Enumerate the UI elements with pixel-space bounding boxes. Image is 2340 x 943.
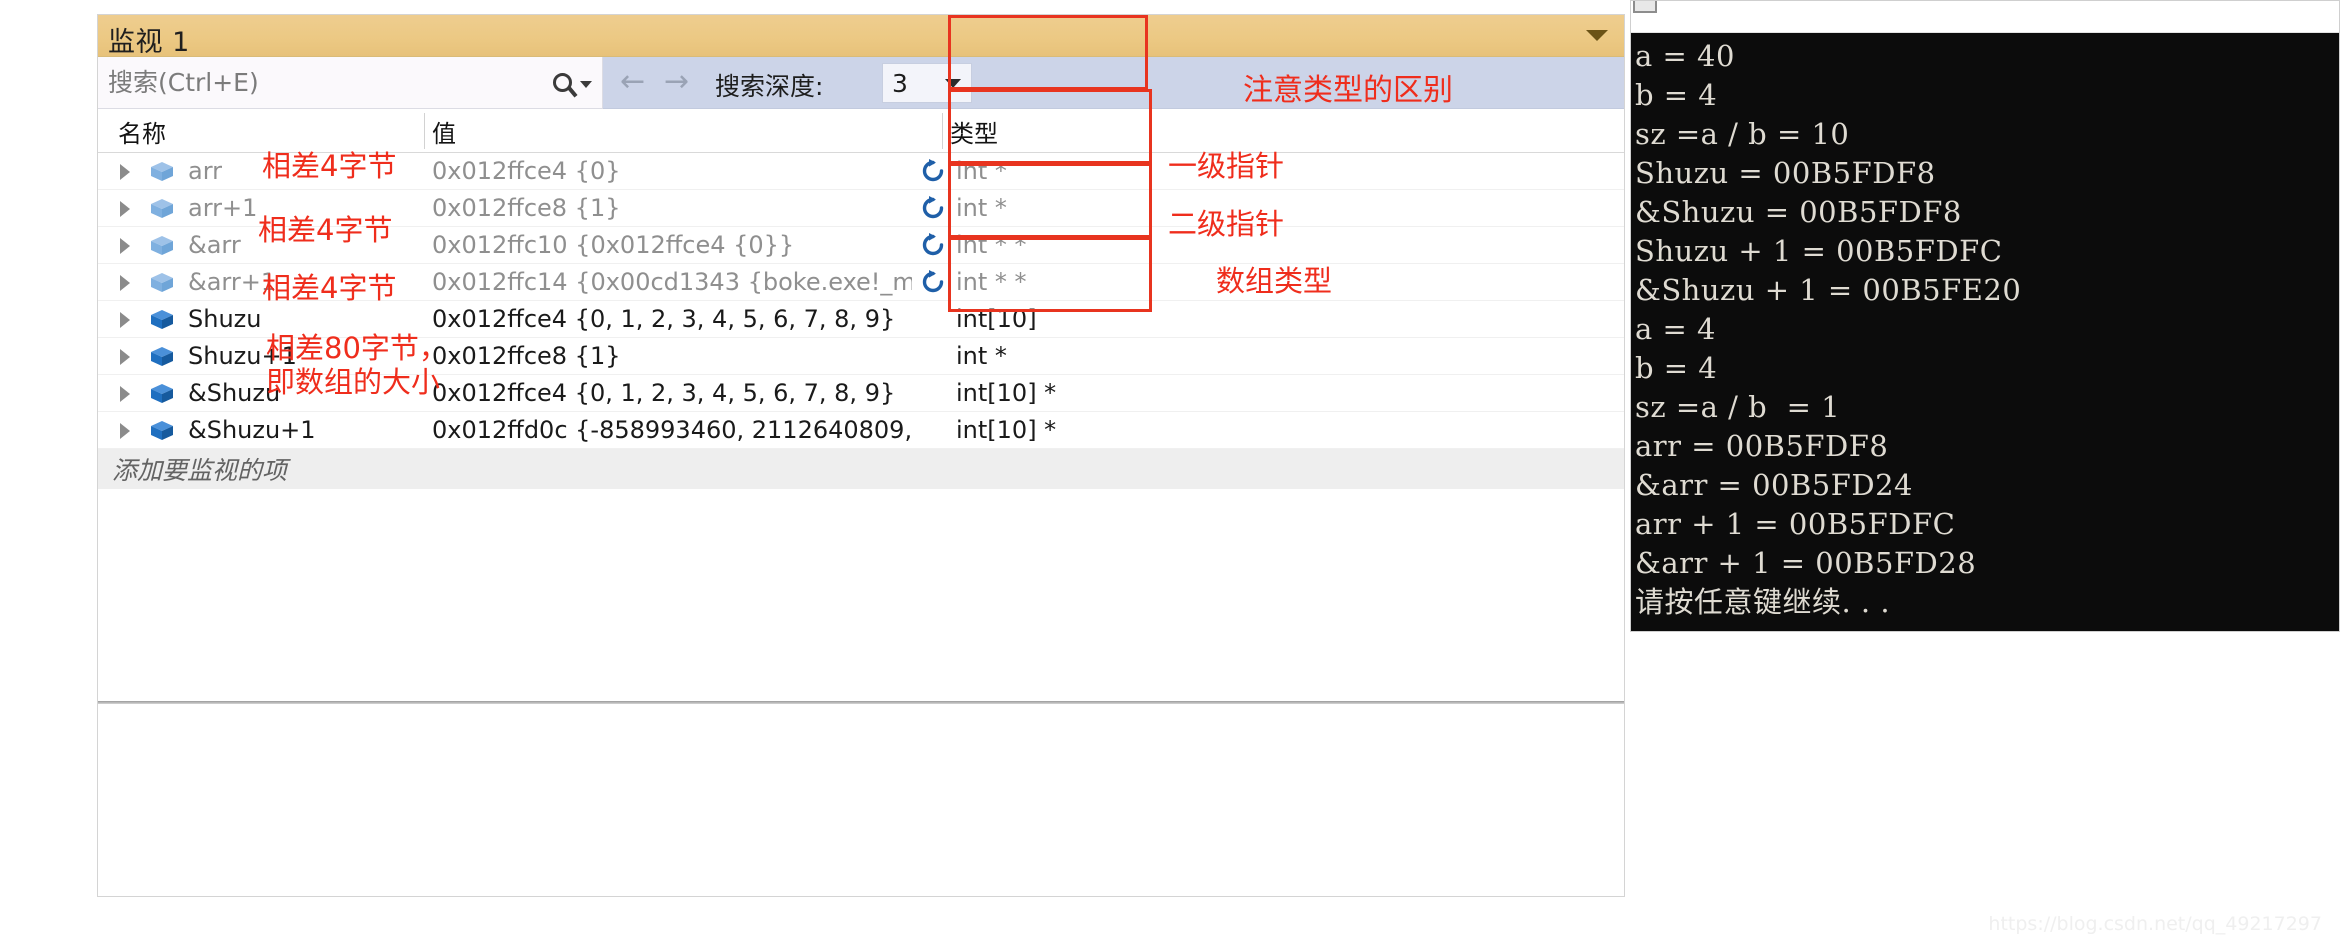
column-header-name[interactable]: 名称 <box>118 109 166 153</box>
watch-row-type: int * <box>956 342 1007 370</box>
triangle-right-icon[interactable] <box>120 386 130 402</box>
chevron-down-icon[interactable] <box>945 78 961 88</box>
column-divider[interactable] <box>424 113 425 149</box>
watch-row-value: 0x012ffd0c {-858993460, 2112640809, 1992… <box>432 416 912 444</box>
watch-row-type: int[10] * <box>956 379 1057 407</box>
console-line: a = 4 <box>1635 312 1716 346</box>
console-line: &Shuzu = 00B5FDF8 <box>1635 195 1962 229</box>
cube-icon <box>150 346 174 367</box>
triangle-right-icon[interactable] <box>120 201 130 217</box>
triangle-right-icon[interactable] <box>120 423 130 439</box>
column-divider[interactable] <box>942 113 943 149</box>
watch-window: 监视 1 ← → 搜索深度: 3 注意类型的区别 <box>97 14 1625 897</box>
watch-row-type: int[10] <box>956 305 1037 333</box>
console-line: sz =a / b = 10 <box>1635 117 1850 151</box>
screenshot-root: 监视 1 ← → 搜索深度: 3 注意类型的区别 <box>0 0 2340 943</box>
watch-row-type: int * <box>956 157 1007 185</box>
refresh-circular-arrow-icon[interactable] <box>920 232 946 259</box>
magnifier-icon[interactable] <box>553 73 572 92</box>
watch-row-name: &arr <box>188 231 241 259</box>
triangle-right-icon[interactable] <box>120 349 130 365</box>
annotation-array-type: 数组类型 <box>1216 264 1333 298</box>
cube-icon <box>150 420 174 441</box>
console-line: b = 4 <box>1635 78 1718 112</box>
console-line: b = 4 <box>1635 351 1718 385</box>
console-line: Shuzu + 1 = 00B5FDFC <box>1635 234 2003 268</box>
cube-icon <box>150 383 174 404</box>
refresh-circular-arrow-icon[interactable] <box>920 158 946 185</box>
triangle-right-icon[interactable] <box>120 238 130 254</box>
column-header-type[interactable]: 类型 <box>950 109 998 153</box>
search-input[interactable] <box>98 67 553 98</box>
triangle-right-icon[interactable] <box>120 275 130 291</box>
cube-icon <box>150 161 174 182</box>
search-icon-group[interactable] <box>553 73 602 92</box>
add-watch-item-row[interactable]: 添加要监视的项 <box>98 449 1624 489</box>
console-line: a = 40 <box>1635 39 1735 73</box>
console-window: a = 40 b = 4 sz =a / b = 10 Shuzu = 00B5FDF… <box>1630 0 2340 632</box>
watch-row-value: 0x012ffce8 {1} <box>432 194 621 222</box>
cube-icon <box>150 272 174 293</box>
cube-icon <box>150 309 174 330</box>
watch-grid-empty-area <box>98 489 1624 699</box>
watch-toolbar: ← → 搜索深度: 3 注意类型的区别 <box>98 57 1624 109</box>
watch-row-type: int[10] * <box>956 416 1057 444</box>
watch-row-value: 0x012ffce4 {0} <box>432 157 621 185</box>
watch-row-value: 0x012ffce8 {1} <box>432 342 621 370</box>
table-row[interactable]: &Shuzu+1 0x012ffd0c {-858993460, 21126408… <box>98 412 1624 449</box>
watch-row-value: 0x012ffce4 {0, 1, 2, 3, 4, 5, 6, 7, 8, 9… <box>432 379 896 407</box>
watch-row-type: int * <box>956 194 1007 222</box>
console-line: sz =a / b = 1 <box>1635 390 1841 424</box>
console-line: Shuzu = 00B5FDF8 <box>1635 156 1936 190</box>
watch-row-name: arr <box>188 157 223 185</box>
refresh-circular-arrow-icon[interactable] <box>920 269 946 296</box>
console-line: &arr = 00B5FD24 <box>1635 468 1914 502</box>
watch-row-name: arr+1 <box>188 194 258 222</box>
annotation-diff-4-bytes-1: 相差4字节 <box>262 149 397 183</box>
annotation-diff-4-bytes-2: 相差4字节 <box>258 213 393 247</box>
annotation-diff-80-bytes-line2: 即数组的大小 <box>266 365 441 399</box>
add-watch-item-placeholder: 添加要监视的项 <box>112 456 288 485</box>
arrow-right-icon[interactable]: → <box>664 67 689 97</box>
annotation-type-difference: 注意类型的区别 <box>1243 73 1453 108</box>
console-titlebar[interactable] <box>1631 1 2339 33</box>
refresh-circular-arrow-icon[interactable] <box>920 195 946 222</box>
chevron-down-icon[interactable] <box>1586 30 1608 41</box>
cube-icon <box>150 235 174 256</box>
annotation-diff-80-bytes-line1: 相差80字节， <box>266 331 448 365</box>
triangle-right-icon[interactable] <box>120 312 130 328</box>
watch-lower-panel <box>98 704 1624 705</box>
console-line: &Shuzu + 1 = 00B5FE20 <box>1635 273 2022 307</box>
console-line: &arr + 1 = 00B5FD28 <box>1635 546 1977 580</box>
arrow-left-icon[interactable]: ← <box>620 67 645 97</box>
console-output: a = 40 b = 4 sz =a / b = 10 Shuzu = 00B5FDF… <box>1631 33 2339 631</box>
watch-row-value: 0x012ffc10 {0x012ffce4 {0}} <box>432 231 795 259</box>
watch-row-value: 0x012ffce4 {0, 1, 2, 3, 4, 5, 6, 7, 8, 9… <box>432 305 896 333</box>
console-line: arr + 1 = 00B5FDFC <box>1635 507 1956 541</box>
search-depth-label: 搜索深度: <box>715 72 824 101</box>
chevron-down-icon[interactable] <box>580 81 592 88</box>
search-depth-select[interactable]: 3 <box>882 63 972 103</box>
column-header-value[interactable]: 值 <box>432 109 456 153</box>
watch-window-title: 监视 1 <box>108 27 190 58</box>
annotation-second-level-pointer: 二级指针 <box>1168 207 1285 241</box>
watch-row-name: Shuzu <box>188 305 262 333</box>
console-app-icon <box>1633 1 1657 13</box>
console-line: 请按任意键继续. . . <box>1635 585 1891 619</box>
search-depth-value: 3 <box>892 68 908 98</box>
watch-row-name: &Shuzu+1 <box>188 416 316 444</box>
watch-row-type: int * * <box>956 268 1027 296</box>
watch-grid-header: 名称 值 类型 <box>98 109 1624 153</box>
annotation-first-level-pointer: 一级指针 <box>1168 149 1285 183</box>
watch-row-value: 0x012ffc14 {0x00cd1343 {boke.exe!_mainCR… <box>432 268 912 296</box>
console-line: arr = 00B5FDF8 <box>1635 429 1889 463</box>
watch-window-titlebar[interactable]: 监视 1 <box>98 15 1624 58</box>
cube-icon <box>150 198 174 219</box>
search-box[interactable] <box>98 57 603 109</box>
triangle-right-icon[interactable] <box>120 164 130 180</box>
watch-row-type: int * * <box>956 231 1027 259</box>
watermark: https://blog.csdn.net/qq_49217297 <box>1988 913 2322 935</box>
annotation-diff-4-bytes-3: 相差4字节 <box>262 271 397 305</box>
